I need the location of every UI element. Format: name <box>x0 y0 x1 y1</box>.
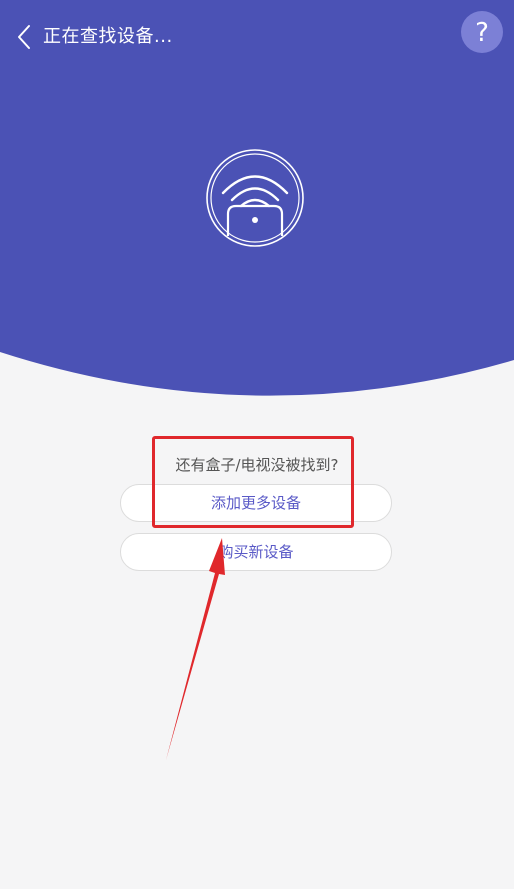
chevron-left-icon <box>18 25 30 49</box>
not-found-prompt: 还有盒子/电视没被找到? <box>175 456 339 474</box>
svg-text:?: ? <box>475 18 489 48</box>
question-icon: ? <box>475 18 489 48</box>
buy-new-device-button[interactable]: 购买新设备 <box>120 533 392 571</box>
add-more-devices-button[interactable]: 添加更多设备 <box>120 484 392 522</box>
top-bar: 正在查找设备... ? <box>0 0 514 74</box>
wifi-device-icon <box>206 149 304 247</box>
page-title: 正在查找设备... <box>43 26 173 47</box>
help-button[interactable]: ? <box>461 11 503 53</box>
back-button[interactable] <box>10 20 40 54</box>
